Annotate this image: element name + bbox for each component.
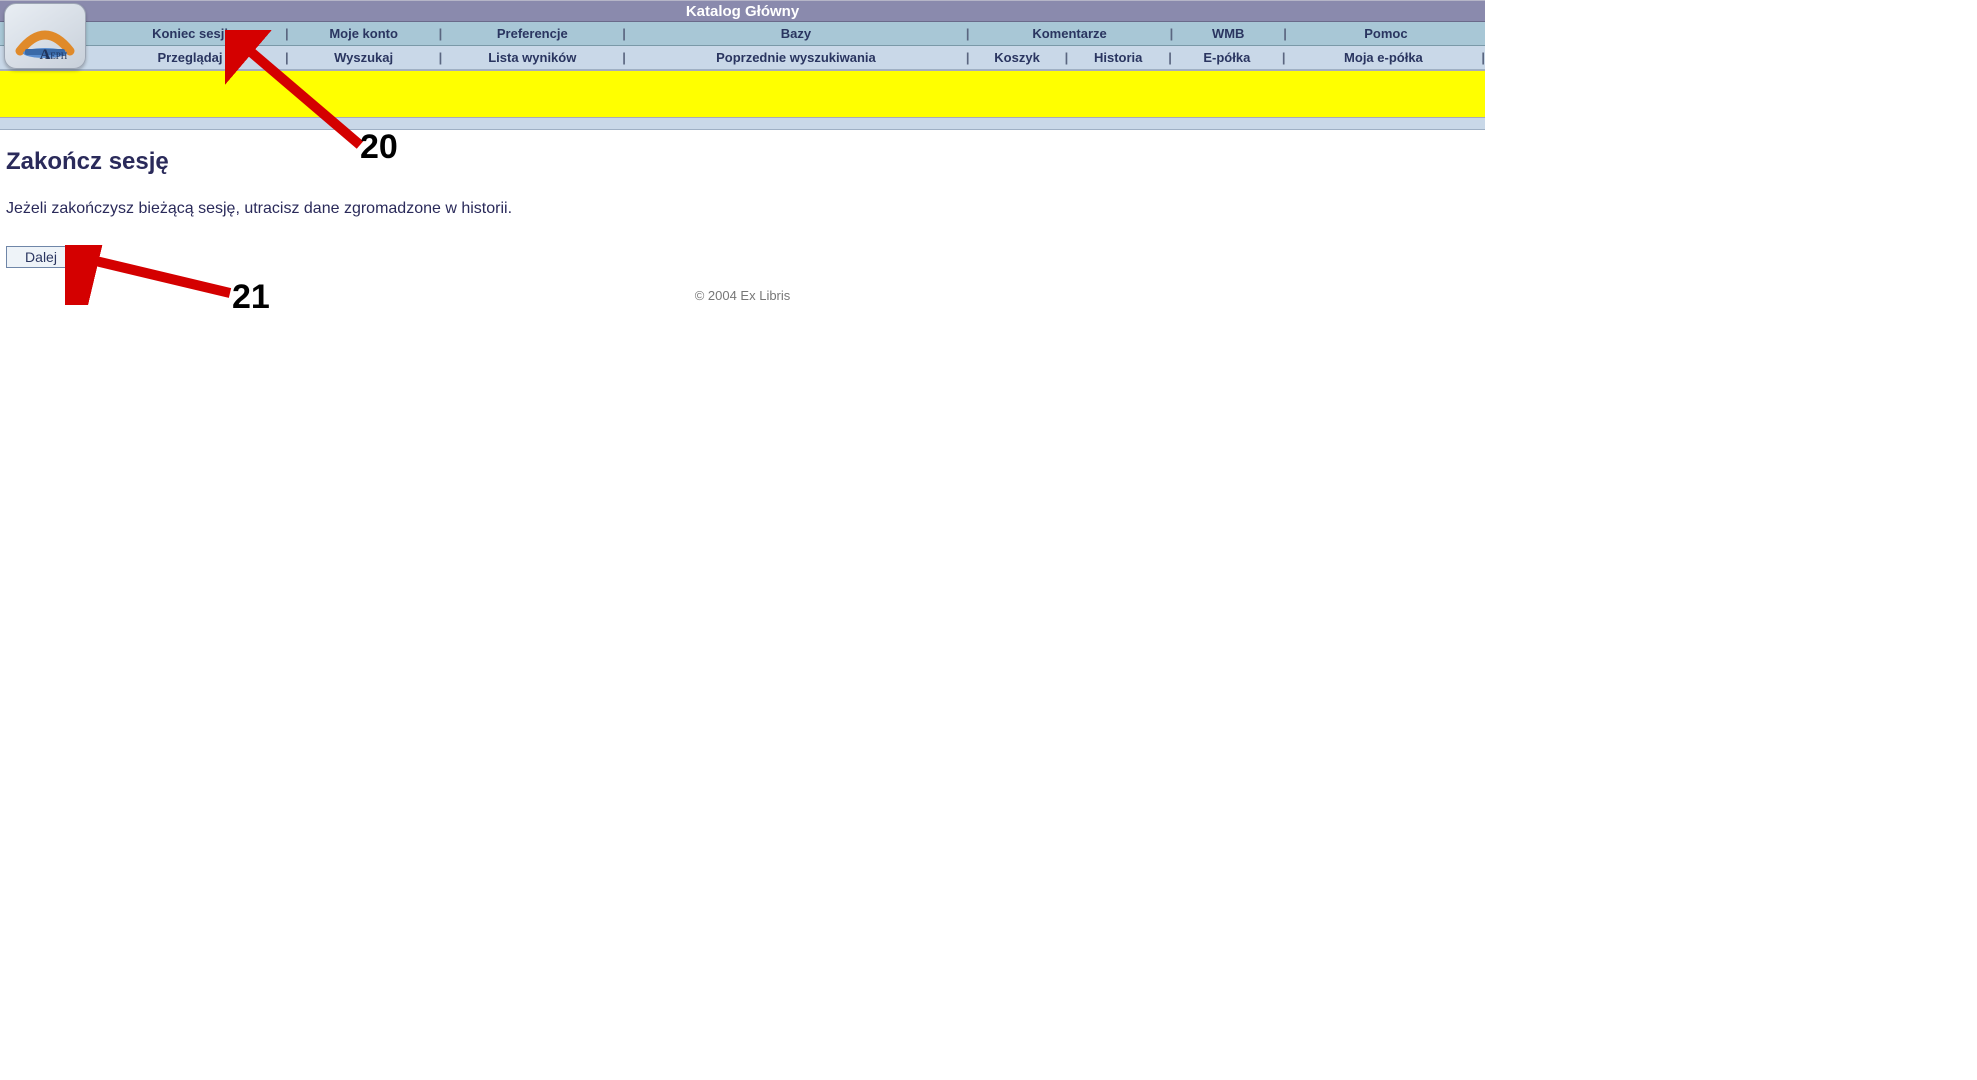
- page-heading: Zakończ sesję: [6, 148, 1479, 176]
- aleph-logo-icon: A LEPH: [10, 9, 80, 63]
- yellow-band: [0, 70, 1485, 118]
- nav-basket[interactable]: Koszyk: [994, 50, 1040, 65]
- nav-my-account[interactable]: Moje konto: [329, 26, 398, 41]
- nav-comments[interactable]: Komentarze: [1032, 26, 1106, 41]
- nav-eshelf[interactable]: E-półka: [1203, 50, 1250, 65]
- main-content: Zakończ sesję Jeżeli zakończysz bieżącą …: [0, 130, 1485, 303]
- nav-browse[interactable]: Przeglądaj: [157, 50, 222, 65]
- nav-help[interactable]: Pomoc: [1364, 26, 1407, 41]
- nav-preferences[interactable]: Preferencje: [497, 26, 568, 41]
- nav-history[interactable]: Historia: [1094, 50, 1142, 65]
- aleph-logo[interactable]: A LEPH: [4, 3, 86, 69]
- nav-wmb[interactable]: WMB: [1212, 26, 1245, 41]
- nav-databases[interactable]: Bazy: [781, 26, 811, 41]
- nav-row-top: Koniec sesji| Moje konto| Preferencje| B…: [0, 22, 1485, 46]
- continue-button[interactable]: Dalej: [6, 246, 76, 268]
- session-warning-text: Jeżeli zakończysz bieżącą sesję, utracis…: [6, 200, 1479, 218]
- blue-band: [0, 118, 1485, 130]
- nav-prev-search[interactable]: Poprzednie wyszukiwania: [716, 50, 876, 65]
- nav-end-session[interactable]: Koniec sesji: [152, 26, 228, 41]
- page: A LEPH Katalog Główny Koniec sesji| Moje…: [0, 0, 1485, 303]
- title-bar: Katalog Główny: [0, 0, 1485, 22]
- nav-my-eshelf[interactable]: Moja e-półka: [1344, 50, 1423, 65]
- footer-copyright: © 2004 Ex Libris: [6, 288, 1479, 303]
- nav-results[interactable]: Lista wyników: [488, 50, 576, 65]
- svg-text:LEPH: LEPH: [45, 51, 68, 61]
- annotation-label-21: 21: [232, 278, 270, 317]
- nav-search[interactable]: Wyszukaj: [334, 50, 393, 65]
- catalog-title: Katalog Główny: [686, 3, 799, 20]
- nav-row-bottom: Przeglądaj| Wyszukaj| Lista wyników| Pop…: [0, 46, 1485, 70]
- annotation-label-20: 20: [360, 128, 398, 167]
